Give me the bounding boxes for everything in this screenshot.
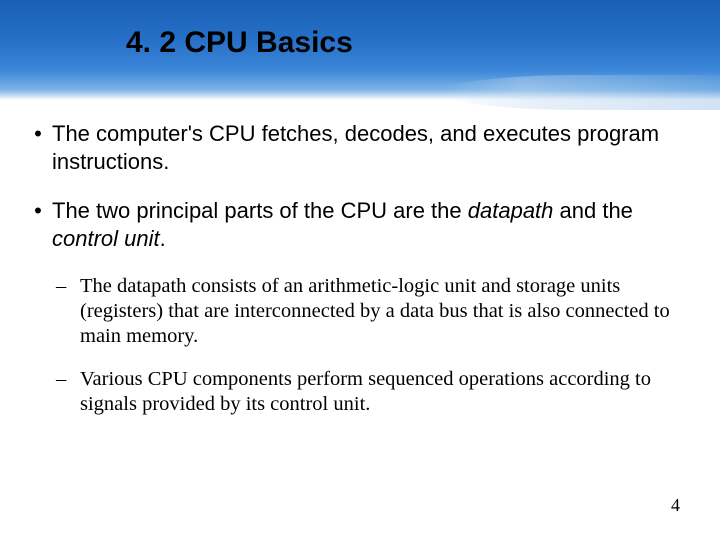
- dash-icon: –: [56, 274, 80, 349]
- sub-bullet-text: Various CPU components perform sequenced…: [80, 367, 696, 417]
- bullet-text-part: and the: [553, 198, 633, 223]
- slide-title: 4. 2 CPU Basics: [126, 26, 353, 60]
- dash-icon: –: [56, 367, 80, 417]
- bullet-text-part: .: [160, 226, 166, 251]
- bullet-text-part: The two principal parts of the CPU are t…: [52, 198, 468, 223]
- slide-header-swoosh: [440, 75, 720, 110]
- sub-bullet-text: The datapath consists of an arithmetic-l…: [80, 274, 696, 349]
- bullet-dot-icon: •: [24, 197, 52, 252]
- page-number: 4: [671, 495, 680, 516]
- bullet-text: The two principal parts of the CPU are t…: [52, 197, 696, 252]
- bullet-text: The computer's CPU fetches, decodes, and…: [52, 120, 696, 175]
- bullet-text-italic: datapath: [468, 198, 554, 223]
- sub-bullet-item: – Various CPU components perform sequenc…: [56, 367, 696, 417]
- sub-bullet-item: – The datapath consists of an arithmetic…: [56, 274, 696, 349]
- bullet-dot-icon: •: [24, 120, 52, 175]
- bullet-text-italic: control unit: [52, 226, 160, 251]
- bullet-item: • The two principal parts of the CPU are…: [24, 197, 696, 252]
- bullet-item: • The computer's CPU fetches, decodes, a…: [24, 120, 696, 175]
- slide-content: • The computer's CPU fetches, decodes, a…: [24, 120, 696, 435]
